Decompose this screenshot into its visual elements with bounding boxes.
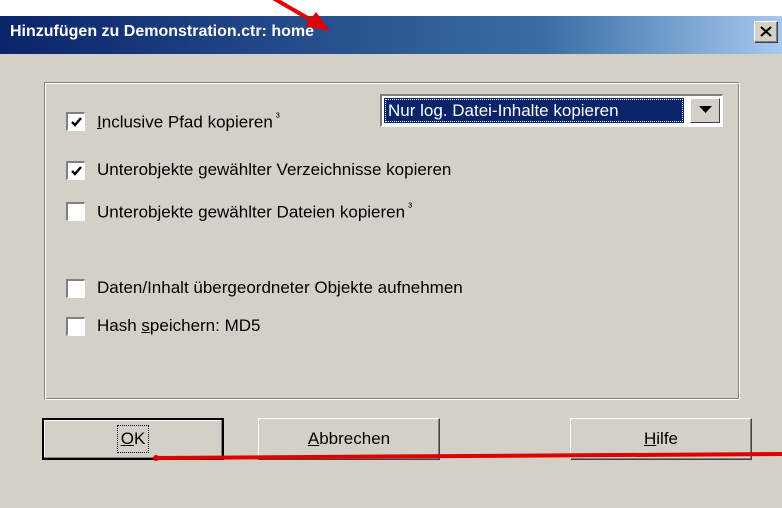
- subobjects-files-checkbox[interactable]: [66, 201, 85, 221]
- subobjects-files-label: Unterobjekte gewählter Dateien kopieren ³: [97, 199, 413, 222]
- include-path-checkbox[interactable]: [66, 111, 85, 131]
- copy-mode-select[interactable]: Nur log. Datei-Inhalte kopieren: [380, 94, 723, 127]
- help-button[interactable]: Hilfe: [570, 418, 752, 460]
- ok-button[interactable]: OK: [42, 418, 224, 460]
- title-bar[interactable]: Hinzufügen zu Demonstration.ctr: home: [0, 16, 782, 54]
- copy-mode-selected: Nur log. Datei-Inhalte kopieren: [384, 98, 684, 123]
- dropdown-button[interactable]: [690, 98, 720, 123]
- close-button[interactable]: [754, 21, 778, 43]
- window-title: Hinzufügen zu Demonstration.ctr: home: [10, 23, 314, 40]
- subobjects-dirs-option[interactable]: Unterobjekte gewählter Verzeichnisse kop…: [66, 159, 451, 181]
- chevron-down-icon: [699, 106, 712, 113]
- help-label: Hilfe: [643, 429, 678, 448]
- hash-checkbox[interactable]: [66, 316, 85, 336]
- parent-data-checkbox[interactable]: [66, 278, 85, 298]
- checkmark-icon: [71, 165, 82, 176]
- close-icon: [760, 26, 772, 37]
- subobjects-files-option[interactable]: Unterobjekte gewählter Dateien kopieren ³: [66, 200, 412, 222]
- parent-data-label: Daten/Inhalt übergeordneter Objekte aufn…: [97, 278, 463, 297]
- cancel-label: Abbrechen: [307, 429, 391, 448]
- cancel-button[interactable]: Abbrechen: [258, 418, 440, 460]
- parent-data-option[interactable]: Daten/Inhalt übergeordneter Objekte aufn…: [66, 277, 463, 299]
- hash-label: Hash speichern: MD5: [97, 316, 261, 335]
- ok-label: OK: [116, 425, 150, 453]
- include-path-label: Inclusive Pfad kopieren ³: [97, 109, 280, 132]
- include-path-option[interactable]: Inclusive Pfad kopieren ³: [66, 110, 280, 132]
- checkmark-icon: [71, 116, 82, 127]
- subobjects-dirs-label: Unterobjekte gewählter Verzeichnisse kop…: [97, 160, 452, 179]
- subobjects-dirs-checkbox[interactable]: [66, 160, 85, 180]
- hash-option[interactable]: Hash speichern: MD5: [66, 315, 260, 337]
